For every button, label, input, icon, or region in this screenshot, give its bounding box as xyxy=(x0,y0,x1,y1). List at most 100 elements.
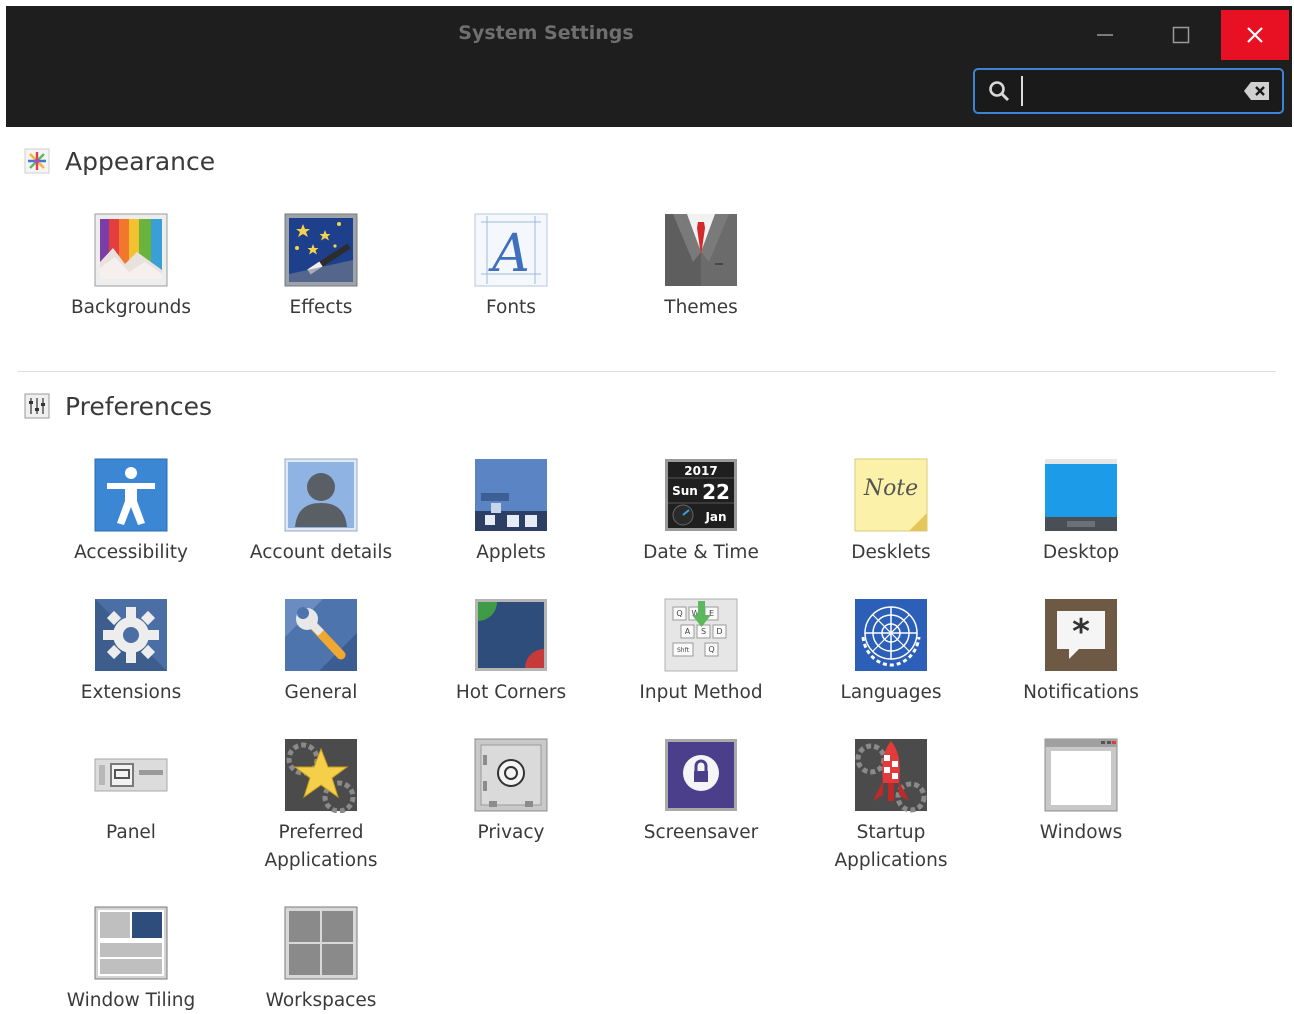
item-desklets[interactable]: Note Desklets xyxy=(796,457,986,567)
item-label: Windows xyxy=(1039,822,1123,843)
item-date-time[interactable]: 2017 Sun 22 Jan Date & Time xyxy=(606,457,796,567)
svg-text:*: * xyxy=(1072,612,1090,652)
item-label: Effects xyxy=(289,297,353,318)
extensions-icon xyxy=(95,599,167,671)
preferences-icon xyxy=(24,393,50,419)
date-time-icon: 2017 Sun 22 Jan xyxy=(665,459,737,531)
item-label: Input Method xyxy=(639,682,763,703)
item-window-tiling[interactable]: Window Tiling xyxy=(36,905,226,1014)
item-extensions[interactable]: Extensions xyxy=(36,597,226,707)
item-label: Themes xyxy=(664,297,738,318)
item-label: Desktop xyxy=(1042,542,1120,563)
item-label: Notifications xyxy=(1023,682,1139,703)
themes-icon xyxy=(665,214,737,286)
item-label: Date & Time xyxy=(643,542,759,563)
item-notifications[interactable]: * Notifications xyxy=(986,597,1176,707)
svg-text:E: E xyxy=(709,609,714,618)
item-hot-corners[interactable]: Hot Corners xyxy=(416,597,606,707)
item-label: Account details xyxy=(249,542,393,563)
item-label: Startup Applications xyxy=(834,822,948,871)
date-year: 2017 xyxy=(684,464,717,478)
item-windows[interactable]: Windows xyxy=(986,737,1176,847)
svg-text:Q: Q xyxy=(708,645,714,654)
windows-icon xyxy=(1044,738,1118,812)
item-account-details[interactable]: Account details xyxy=(226,457,416,567)
item-effects[interactable]: Effects xyxy=(226,212,416,322)
languages-icon xyxy=(855,599,927,671)
preferences-section-header: Preferences xyxy=(24,386,212,426)
input-method-icon: QWE ASD Shft Q xyxy=(664,598,738,672)
general-icon xyxy=(285,599,357,671)
item-label: Screensaver xyxy=(643,822,759,843)
panel-icon xyxy=(94,758,168,792)
appearance-icon xyxy=(24,148,50,174)
window-title: System Settings xyxy=(458,22,634,44)
system-settings-window: System Settings Appearance Backgrounds E… xyxy=(6,6,1292,1014)
item-label: Privacy xyxy=(477,822,545,843)
screensaver-icon xyxy=(665,739,737,811)
item-privacy[interactable]: Privacy xyxy=(416,737,606,847)
note-text: Note xyxy=(863,476,918,501)
item-label: Backgrounds xyxy=(70,297,191,318)
search-box[interactable] xyxy=(973,68,1284,114)
window-tiling-icon xyxy=(94,906,168,980)
item-screensaver[interactable]: Screensaver xyxy=(606,737,796,847)
item-label: Accessibility xyxy=(74,542,188,563)
item-accessibility[interactable]: Accessibility xyxy=(36,457,226,567)
clear-search-icon[interactable] xyxy=(1243,81,1271,101)
item-preferred-applications[interactable]: Preferred Applications xyxy=(226,737,416,875)
workspaces-icon xyxy=(284,906,358,980)
item-general[interactable]: General xyxy=(226,597,416,707)
account-details-icon xyxy=(284,458,358,532)
date-month: Jan xyxy=(704,510,726,524)
item-label: Extensions xyxy=(80,682,182,703)
item-label: Languages xyxy=(840,682,942,703)
preferred-applications-icon xyxy=(285,739,357,813)
minimize-icon xyxy=(1097,34,1113,36)
item-label: Window Tiling xyxy=(66,990,196,1011)
hot-corners-icon xyxy=(475,599,547,671)
svg-text:D: D xyxy=(716,627,722,636)
minimize-button[interactable] xyxy=(1071,10,1139,60)
item-label: Desklets xyxy=(851,542,931,563)
item-desktop[interactable]: Desktop xyxy=(986,457,1176,567)
close-icon xyxy=(1247,27,1263,43)
date-weekday: Sun xyxy=(672,484,698,498)
item-fonts[interactable]: A Fonts xyxy=(416,212,606,322)
item-themes[interactable]: Themes xyxy=(606,212,796,322)
search-icon xyxy=(989,81,1010,102)
date-day: 22 xyxy=(702,480,730,504)
appearance-section-header: Appearance xyxy=(24,141,215,181)
section-title: Preferences xyxy=(65,391,213,421)
item-panel[interactable]: Panel xyxy=(36,737,226,847)
svg-text:A: A xyxy=(685,627,691,636)
search-input[interactable] xyxy=(1021,76,1231,106)
startup-applications-icon xyxy=(855,739,927,813)
item-label: Fonts xyxy=(486,297,536,318)
effects-icon xyxy=(284,213,358,287)
svg-text:S: S xyxy=(701,627,706,636)
section-divider xyxy=(18,371,1276,372)
notifications-icon: * xyxy=(1045,599,1117,671)
item-startup-applications[interactable]: Startup Applications xyxy=(796,737,986,875)
item-label: General xyxy=(284,682,358,703)
desklets-icon: Note xyxy=(854,458,928,532)
item-label: Preferred Applications xyxy=(264,822,378,871)
close-button[interactable] xyxy=(1221,10,1289,60)
item-label: Workspaces xyxy=(265,990,377,1011)
maximize-button[interactable] xyxy=(1147,10,1215,60)
accessibility-icon xyxy=(94,458,168,532)
item-workspaces[interactable]: Workspaces xyxy=(226,905,416,1014)
fonts-icon: A xyxy=(474,213,548,287)
svg-text:Q: Q xyxy=(676,609,682,618)
backgrounds-icon xyxy=(94,213,168,287)
item-applets[interactable]: Applets xyxy=(416,457,606,567)
section-title: Appearance xyxy=(65,146,216,176)
desktop-icon xyxy=(1045,459,1117,531)
item-languages[interactable]: Languages xyxy=(796,597,986,707)
applets-icon xyxy=(475,459,547,531)
item-backgrounds[interactable]: Backgrounds xyxy=(36,212,226,322)
title-bar: System Settings xyxy=(6,6,1292,127)
item-input-method[interactable]: QWE ASD Shft Q Input Method xyxy=(606,597,796,707)
svg-text:Shft: Shft xyxy=(677,647,690,654)
